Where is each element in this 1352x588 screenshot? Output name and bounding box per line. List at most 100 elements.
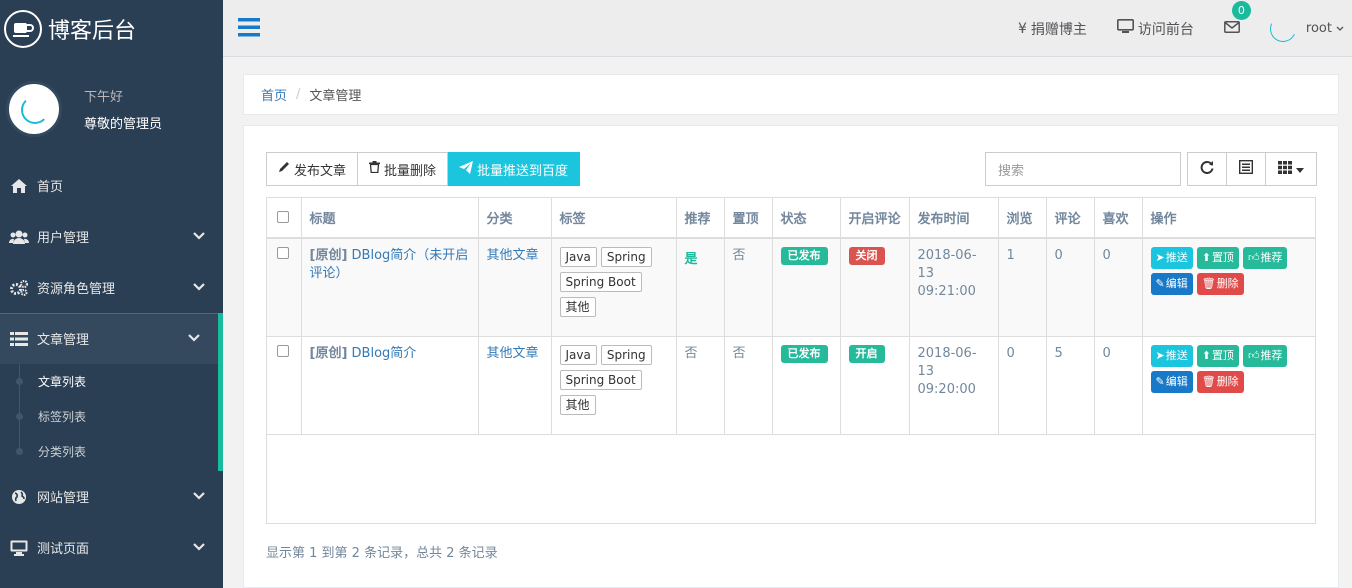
row-checkbox[interactable] [277, 247, 289, 259]
column-header[interactable]: 分类 [478, 198, 552, 239]
table-toolbar: 发布文章 批量删除 批量推送到百度 [266, 152, 581, 186]
column-header[interactable]: 喜欢 [1094, 198, 1143, 239]
user-name: root [1305, 21, 1332, 36]
chevron-down-icon [193, 489, 205, 504]
visit-frontend-link[interactable]: 访问前台 [1116, 19, 1194, 39]
thumbs-up-icon: 👍︎ [1247, 251, 1260, 264]
thumbs-up-icon: 👍︎ [1247, 348, 1260, 362]
recommend-cell: 是 [676, 238, 725, 337]
article-title-link[interactable]: DBlog简介 [352, 346, 417, 361]
user-menu[interactable]: root [1266, 11, 1344, 46]
column-header[interactable]: 标签 [551, 198, 677, 239]
cogs-icon [8, 279, 30, 296]
trash-icon: 🗑︎ [1201, 277, 1216, 290]
edit-button[interactable]: ✎ 编辑 [1150, 370, 1193, 393]
sidebar-subitem-article-list[interactable]: 文章列表 [0, 364, 218, 399]
batch-push-baidu-button[interactable]: 批量推送到百度 [448, 152, 581, 186]
top-cell: 否 [724, 238, 773, 337]
column-header[interactable]: 状态 [772, 198, 841, 239]
actions-cell: ➤ 推送 ⬆ 置顶 👍︎ 推荐 ✎ 编辑 🗑︎ 删除 [1142, 336, 1315, 435]
comment-status-badge: 开启 [848, 344, 885, 363]
caret-down-icon [1296, 162, 1304, 177]
column-header[interactable]: 评论 [1046, 198, 1095, 239]
comment-cell: 关闭 [840, 238, 910, 337]
sidebar-item-site[interactable]: 网站管理 [0, 471, 223, 522]
publish-label: 发布文章 [294, 163, 347, 179]
coffee-icon [4, 10, 42, 48]
paper-plane-icon [459, 160, 474, 178]
edit-button[interactable]: ✎ 编辑 [1150, 273, 1193, 295]
brand[interactable]: 博客后台 [0, 0, 223, 58]
greeting: 下午好 [84, 90, 124, 105]
breadcrumb-home[interactable]: 首页 [261, 85, 287, 104]
columns-button[interactable] [1266, 152, 1317, 186]
menu-toggle-icon[interactable] [238, 18, 260, 41]
publish-time: 09:20:00 [917, 381, 976, 397]
edit-icon: ✎ [1155, 374, 1165, 388]
status-cell: 已发布 [772, 238, 841, 337]
donate-link[interactable]: ¥ 捐赠博主 [1018, 19, 1087, 39]
category-cell: 其他文章 [478, 336, 552, 435]
sidebar-item-test[interactable]: 测试页面 [0, 522, 223, 573]
publish-article-button[interactable]: 发布文章 [266, 152, 359, 186]
push-button[interactable]: ➤ 推送 [1150, 344, 1193, 367]
chevron-down-icon [193, 229, 205, 244]
article-table: 标题 分类 标签 推荐 置顶 状态 开启评论 发布时间 浏览 评论 喜欢 操作 [266, 197, 1316, 524]
push-button[interactable]: ➤ 推送 [1150, 247, 1193, 269]
status-badge: 已发布 [780, 247, 828, 265]
pin-top-button[interactable]: ⬆ 置顶 [1196, 247, 1239, 269]
column-header[interactable]: 发布时间 [909, 198, 999, 239]
avatar [6, 81, 62, 137]
sidebar-item-roles[interactable]: 资源角色管理 [0, 262, 223, 313]
sidebar: 博客后台 下午好 尊敬的管理员 首页 用户管理 资源角色管理 文章管理 文章列表… [0, 0, 223, 588]
sidebar-item-label: 资源角色管理 [37, 282, 116, 297]
publish-time: 09:21:00 [917, 284, 976, 299]
sidebar-item-articles[interactable]: 文章管理 [0, 313, 223, 364]
recommend-button[interactable]: 👍︎ 推荐 [1242, 247, 1288, 269]
comments-cell: 5 [1046, 336, 1095, 435]
select-all-checkbox[interactable] [277, 210, 289, 223]
row-checkbox[interactable] [277, 344, 289, 357]
edit-label: 编辑 [1165, 277, 1188, 290]
batch-delete-button[interactable]: 批量删除 [358, 152, 449, 186]
breadcrumb-separator: / [296, 87, 301, 102]
comment-status-badge: 关闭 [848, 247, 885, 265]
breadcrumb: 首页 / 文章管理 [243, 74, 1339, 115]
search-input[interactable]: 搜索 [985, 152, 1181, 186]
desktop-icon [1116, 19, 1134, 38]
category-link[interactable]: 其他文章 [487, 346, 539, 361]
column-header[interactable]: 推荐 [676, 198, 725, 239]
table-header: 标题 分类 标签 推荐 置顶 状态 开启评论 发布时间 浏览 评论 喜欢 操作 [267, 198, 1315, 239]
comments-cell: 0 [1046, 238, 1095, 337]
article-panel: 发布文章 批量删除 批量推送到百度 搜索 标题 分类 标签 推荐 置顶 状态 开… [243, 125, 1339, 588]
recommend-button[interactable]: 👍︎ 推荐 [1242, 344, 1288, 367]
mail-button[interactable]: 0 [1223, 0, 1251, 37]
delete-button[interactable]: 🗑︎ 删除 [1196, 370, 1244, 393]
sidebar-subitem-category-list[interactable]: 分类列表 [0, 434, 218, 469]
tag-badge: 其他 [559, 394, 596, 415]
column-header[interactable]: 置顶 [724, 198, 773, 239]
top-nav: ¥ 捐赠博主 访问前台 0 root [223, 0, 1352, 57]
pin-top-button[interactable]: ⬆ 置顶 [1196, 344, 1239, 367]
sidebar-item-users[interactable]: 用户管理 [0, 211, 223, 262]
donate-label: 捐赠博主 [1030, 21, 1087, 38]
sidebar-subitem-tag-list[interactable]: 标签列表 [0, 399, 218, 434]
table-tools [1187, 152, 1317, 186]
column-header[interactable]: 标题 [301, 198, 479, 239]
table-row: [原创] DBlog简介（未开启评论） 其他文章 Java Spring Sprin… [267, 238, 1315, 337]
chevron-down-icon [193, 540, 205, 555]
pin-top-label: 置顶 [1211, 348, 1234, 362]
column-header[interactable]: 开启评论 [840, 198, 910, 239]
refresh-icon [1200, 160, 1214, 178]
refresh-button[interactable] [1187, 152, 1227, 186]
top-cell: 否 [724, 336, 773, 435]
column-header[interactable]: 浏览 [998, 198, 1047, 239]
yen-icon: ¥ [1018, 20, 1027, 37]
category-link[interactable]: 其他文章 [487, 248, 539, 263]
row-select-cell [267, 238, 302, 337]
chevron-down-icon [188, 331, 200, 346]
sidebar-item-home[interactable]: 首页 [0, 160, 223, 211]
toggle-view-button[interactable] [1227, 152, 1266, 186]
push-label: 推送 [1165, 348, 1188, 362]
delete-button[interactable]: 🗑︎ 删除 [1196, 273, 1244, 295]
